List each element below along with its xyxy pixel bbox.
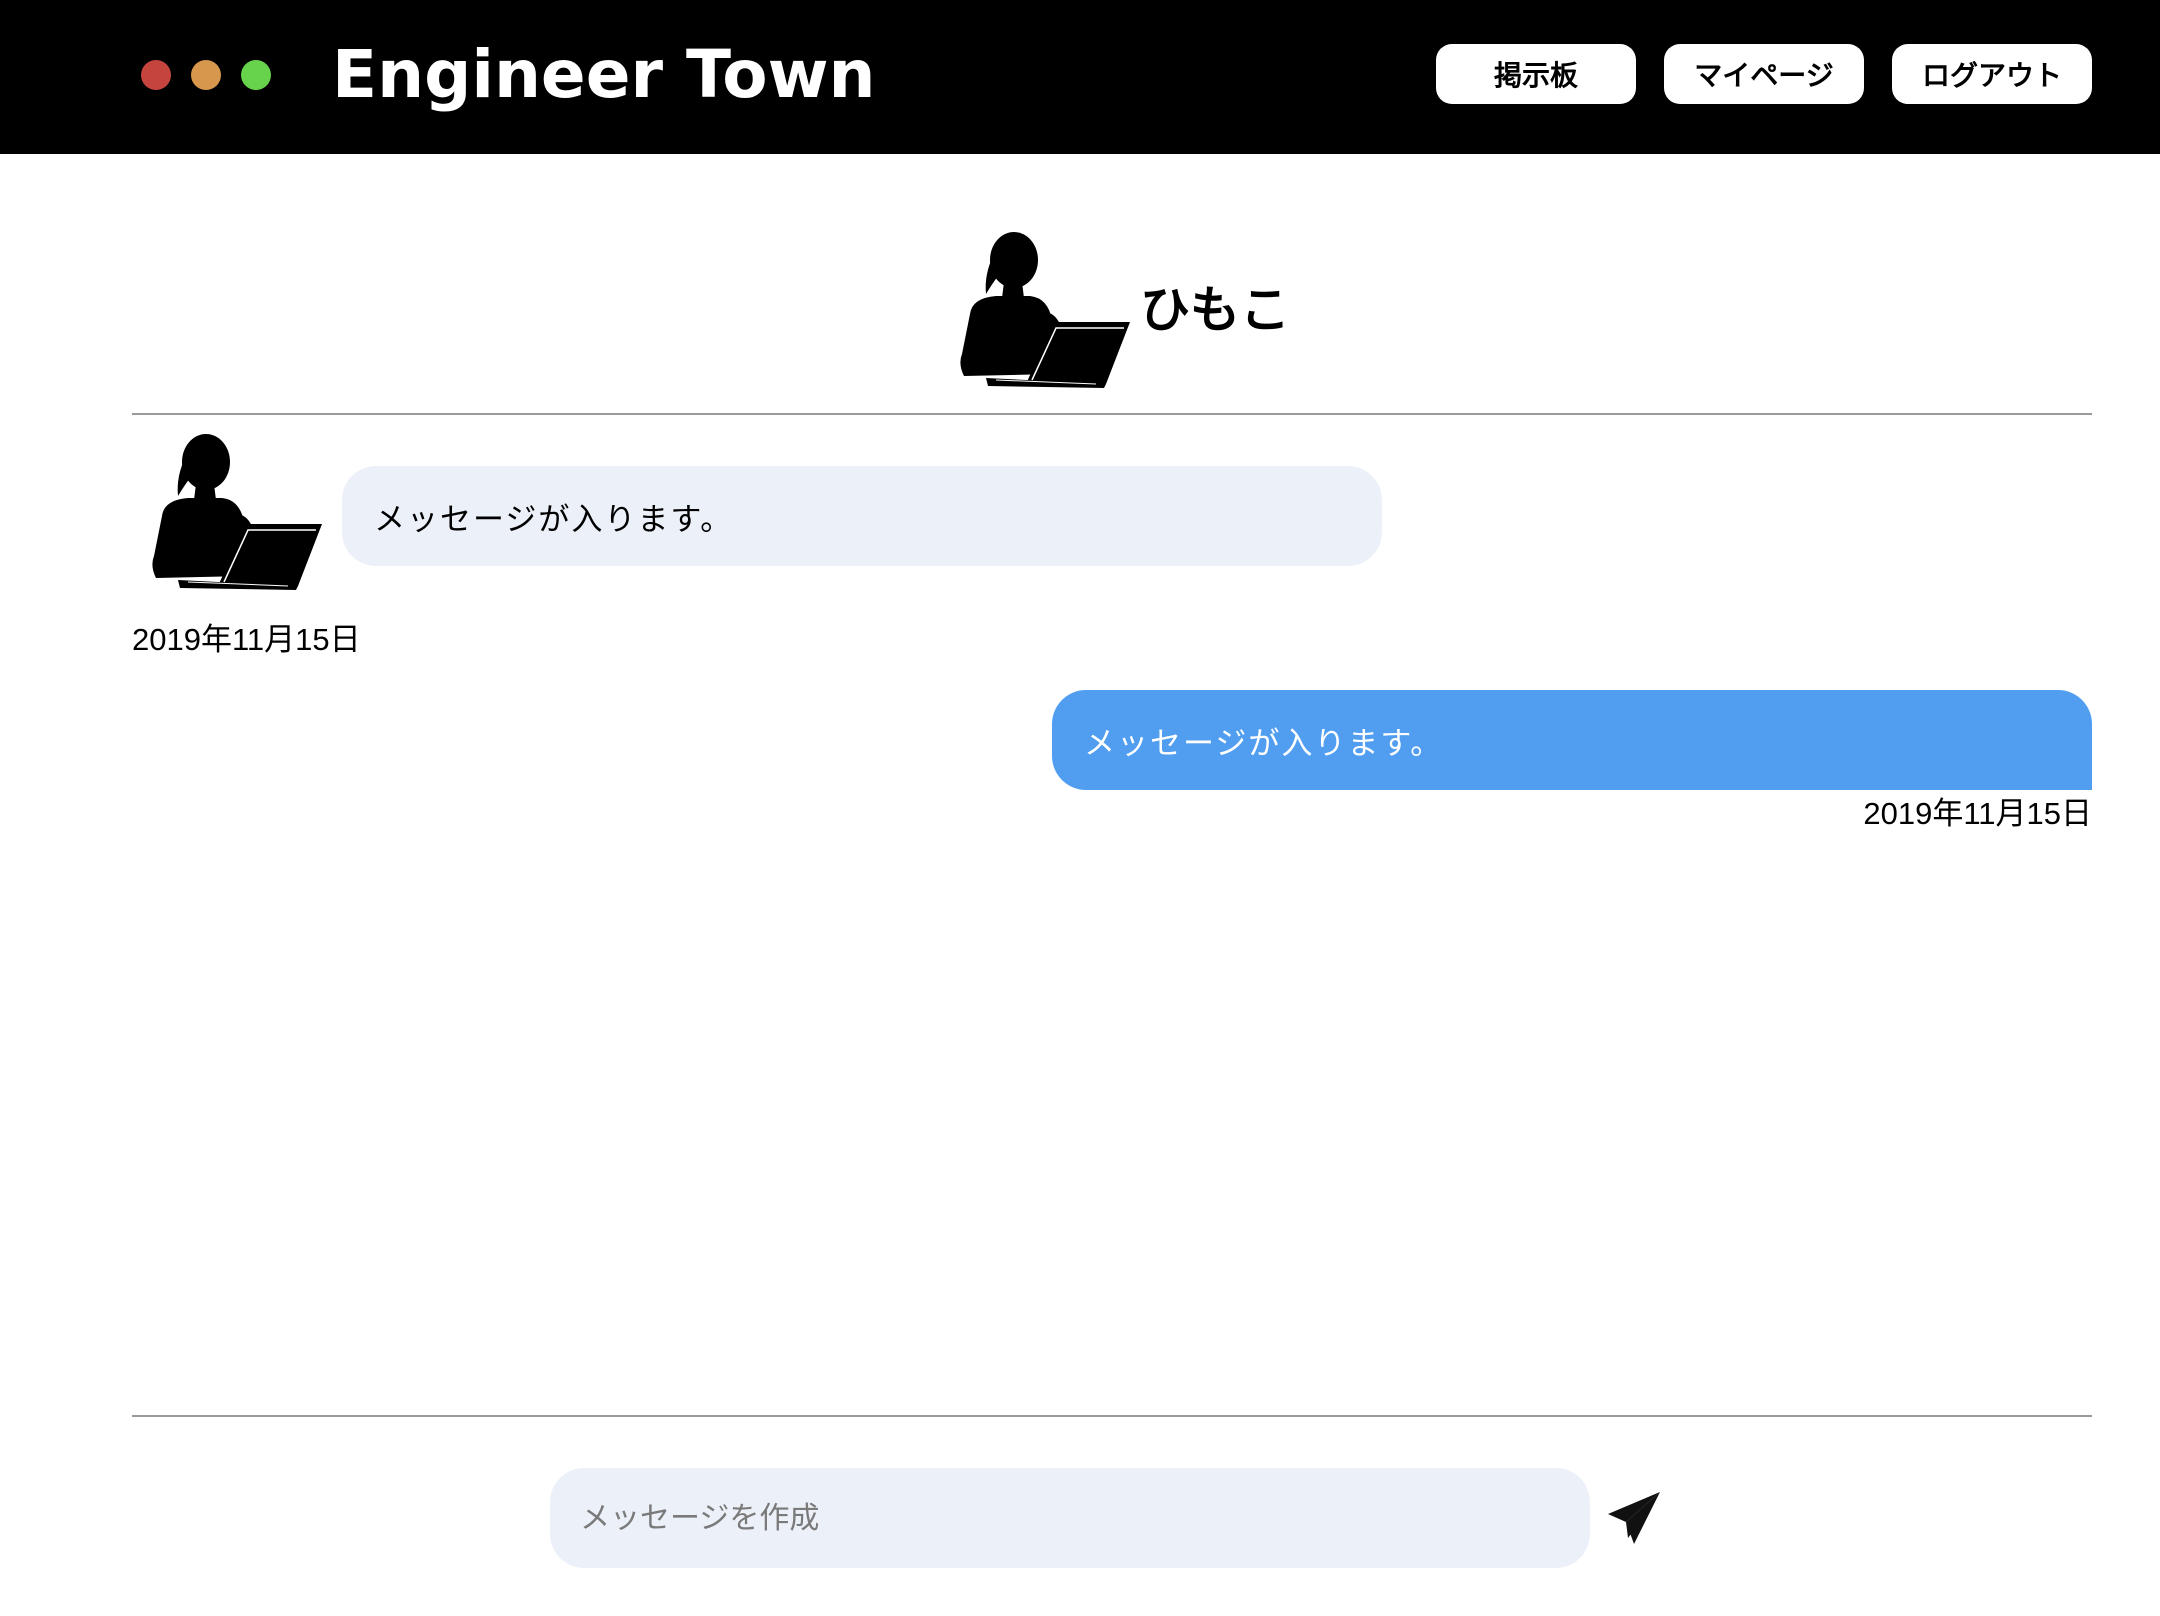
received-message-date: 2019年11月15日: [132, 622, 361, 657]
partner-avatar: [956, 224, 1131, 389]
sender-avatar[interactable]: [148, 426, 323, 591]
composer-divider: [132, 1415, 2092, 1417]
sent-message-date: 2019年11月15日: [1863, 796, 2092, 831]
header-divider: [132, 413, 2092, 415]
message-composer: [550, 1468, 1590, 1568]
chat-page: Engineer Town 掲示板 マイページ ログアウト ひもこ メッセージが…: [0, 0, 2160, 1616]
window-minimize-button[interactable]: [191, 60, 221, 90]
partner-name: ひもこ: [1140, 281, 1290, 339]
mypage-button[interactable]: マイページ: [1664, 44, 1864, 104]
sent-message-bubble: メッセージが入ります。: [1052, 690, 2092, 790]
board-button[interactable]: 掲示板: [1436, 44, 1636, 104]
logout-button[interactable]: ログアウト: [1892, 44, 2092, 104]
send-button[interactable]: [1604, 1488, 1664, 1548]
window-maximize-button[interactable]: [241, 60, 271, 90]
app-title[interactable]: Engineer Town: [332, 32, 876, 118]
message-input[interactable]: [580, 1500, 1590, 1536]
paper-plane-icon: [1608, 1492, 1660, 1544]
woman-with-laptop-silhouette-icon: [960, 232, 1130, 388]
woman-with-laptop-silhouette-icon: [152, 434, 322, 590]
app-header: Engineer Town 掲示板 マイページ ログアウト: [0, 0, 2160, 154]
window-close-button[interactable]: [141, 60, 171, 90]
received-message-bubble: メッセージが入ります。: [342, 466, 1382, 566]
